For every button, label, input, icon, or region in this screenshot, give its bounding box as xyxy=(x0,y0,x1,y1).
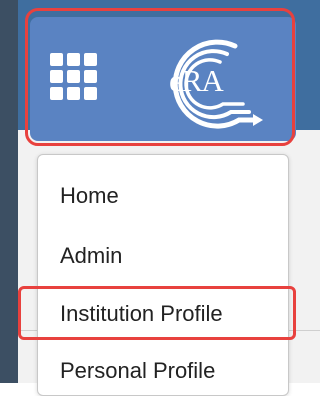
menu-item-admin[interactable]: Admin xyxy=(60,243,122,269)
menu-item-personal-profile[interactable]: Personal Profile xyxy=(60,358,215,384)
highlight-box xyxy=(18,286,296,340)
highlight-box xyxy=(25,8,295,146)
menu-item-home[interactable]: Home xyxy=(60,183,119,209)
side-edge xyxy=(0,0,18,383)
